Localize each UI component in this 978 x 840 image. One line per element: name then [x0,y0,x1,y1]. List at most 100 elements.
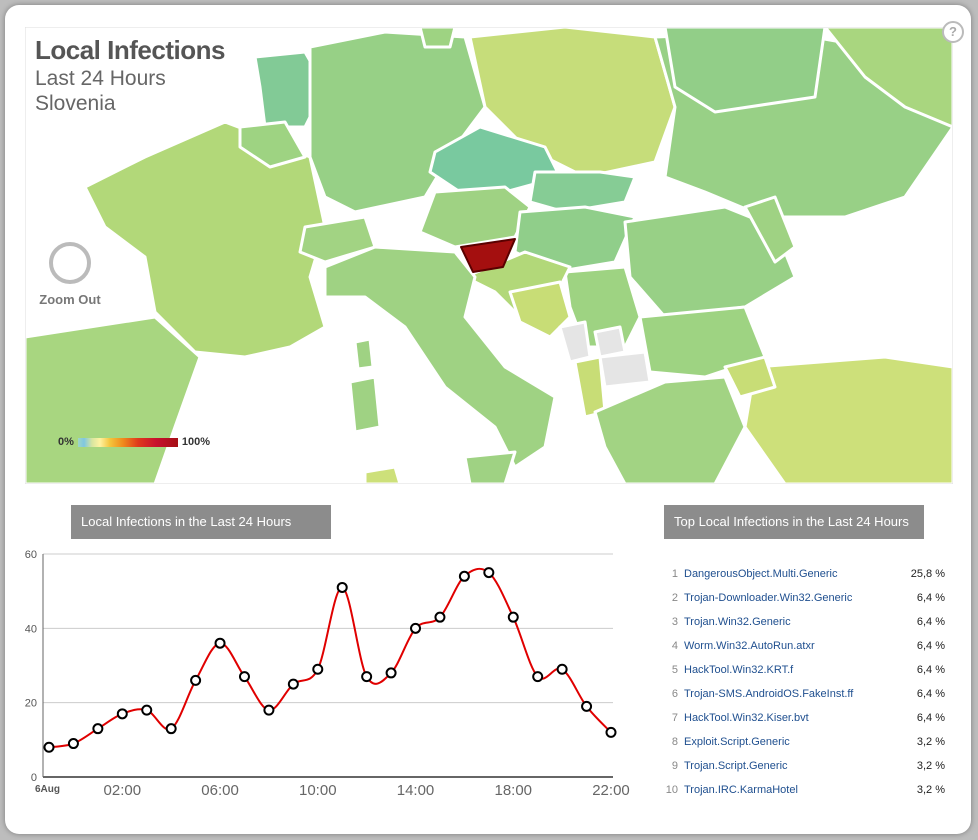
y-tick-label: 40 [25,623,37,635]
country-sardinia [348,375,382,434]
country-montenegro [558,320,592,364]
help-icon[interactable]: ? [942,21,964,43]
zoom-out-icon[interactable] [49,242,91,284]
top-item-link[interactable]: Exploit.Script.Generic [684,736,885,748]
y-tick-label: 20 [25,698,37,710]
top-item-rank: 4 [671,640,678,652]
x-tick-label: 18:00 [494,782,532,799]
data-point [410,622,422,634]
legend-gradient [77,437,178,447]
data-point [43,741,55,753]
zoom-out-button[interactable]: Zoom Out [37,242,103,307]
data-point [556,663,568,675]
country-corsica [353,337,375,371]
data-point [141,704,153,716]
top-item-percent: 25,8 % [910,568,945,580]
top-item-rank: 2 [671,592,678,604]
top-item-link[interactable]: Trojan.Script.Generic [684,760,885,772]
data-point [92,723,104,735]
map-title: Local Infections [35,35,225,65]
top-list-item: 4 Worm.Win32.AutoRun.atxr 6,4 % [660,634,945,658]
top-item-link[interactable]: Trojan.Win32.Generic [684,616,885,628]
top-item-rank: 8 [671,736,678,748]
top-item-link[interactable]: HackTool.Win32.KRT.f [684,664,885,676]
top-item-percent: 3,2 % [916,736,945,748]
country-greece [593,375,747,484]
x-tick-label: 02:00 [104,782,142,799]
top-item-rank: 10 [665,784,678,796]
data-point [190,674,202,686]
data-point [238,671,250,683]
country-spain [25,315,202,484]
series-line [48,567,612,749]
top-list-item: 7 HackTool.Win32.Kiser.bvt 6,4 % [660,706,945,730]
country-denmark [418,27,457,49]
top-item-link[interactable]: Trojan-Downloader.Win32.Generic [684,592,885,604]
data-point [165,723,177,735]
top-item-percent: 6,4 % [916,664,945,676]
top-item-rank: 6 [671,688,678,700]
top-item-percent: 6,4 % [916,712,945,724]
main-panel: Local Infections Last 24 Hours Slovenia … [5,5,971,834]
top-list-item: 3 Trojan.Win32.Generic 6,4 % [660,610,945,634]
data-point [67,738,79,750]
data-point [507,611,519,623]
x-tick-label: 06:00 [201,782,239,799]
line-chart: 0 20 40 60 6Aug 02:00 06:00 10:00 14:00 18:00 22:0… [25,549,630,799]
x-tick-label: 22:00 [592,782,630,799]
data-point [605,726,617,738]
top-list-item: 6 Trojan-SMS.AndroidOS.FakeInst.ff 6,4 % [660,682,945,706]
x-start-label: 6Aug [35,784,60,795]
data-point [287,678,299,690]
top-list-item: 8 Exploit.Script.Generic 3,2 % [660,730,945,754]
country-turkey [743,355,953,484]
y-tick-label: 60 [25,549,37,561]
map-title-block: Local Infections Last 24 Hours Slovenia [35,35,225,116]
data-point [336,581,348,593]
data-point [581,700,593,712]
zoom-out-label: Zoom Out [39,292,101,307]
top-item-percent: 6,4 % [916,688,945,700]
data-point [532,671,544,683]
data-point [214,637,226,649]
top-list-item: 1 DangerousObject.Multi.Generic 25,8 % [660,562,945,586]
top-item-percent: 6,4 % [916,616,945,628]
top-list-item: 2 Trojan-Downloader.Win32.Generic 6,4 % [660,586,945,610]
top-item-percent: 3,2 % [916,784,945,796]
top-list: 1 DangerousObject.Multi.Generic 25,8 % 2 Tro… [660,562,945,802]
top-item-rank: 7 [671,712,678,724]
y-tick-label: 0 [31,772,37,784]
data-point [116,708,128,720]
top-item-rank: 1 [671,568,678,580]
top-item-rank: 3 [671,616,678,628]
data-point [458,570,470,582]
country-sicily [463,450,517,484]
top-item-link[interactable]: Trojan.IRC.KarmaHotel [684,784,885,796]
top-item-rank: 9 [671,760,678,772]
legend-min: 0% [58,436,74,448]
map-legend: 0% 100% [58,436,210,448]
country-austria [418,185,532,249]
data-point [483,567,495,579]
top-item-link[interactable]: Trojan-SMS.AndroidOS.FakeInst.ff [684,688,885,700]
data-point [385,667,397,679]
top-item-link[interactable]: DangerousObject.Multi.Generic [684,568,885,580]
data-point [434,611,446,623]
infection-map[interactable]: Local Infections Last 24 Hours Slovenia … [25,27,953,484]
data-point [361,671,373,683]
top-list-item: 10 Trojan.IRC.KarmaHotel 3,2 % [660,778,945,802]
map-country: Slovenia [35,92,116,115]
country-tunisia-hint [363,465,402,484]
x-tick-label: 14:00 [397,782,435,799]
top-item-link[interactable]: HackTool.Win32.Kiser.bvt [684,712,885,724]
top-item-rank: 5 [671,664,678,676]
top-list-title: Top Local Infections in the Last 24 Hour… [664,505,924,539]
top-item-percent: 6,4 % [916,592,945,604]
map-subtitle: Last 24 Hours [35,67,166,90]
country-albania [573,355,607,419]
data-point [312,663,324,675]
top-item-link[interactable]: Worm.Win32.AutoRun.atxr [684,640,885,652]
top-list-item: 9 Trojan.Script.Generic 3,2 % [660,754,945,778]
top-item-percent: 6,4 % [916,640,945,652]
data-point [263,704,275,716]
